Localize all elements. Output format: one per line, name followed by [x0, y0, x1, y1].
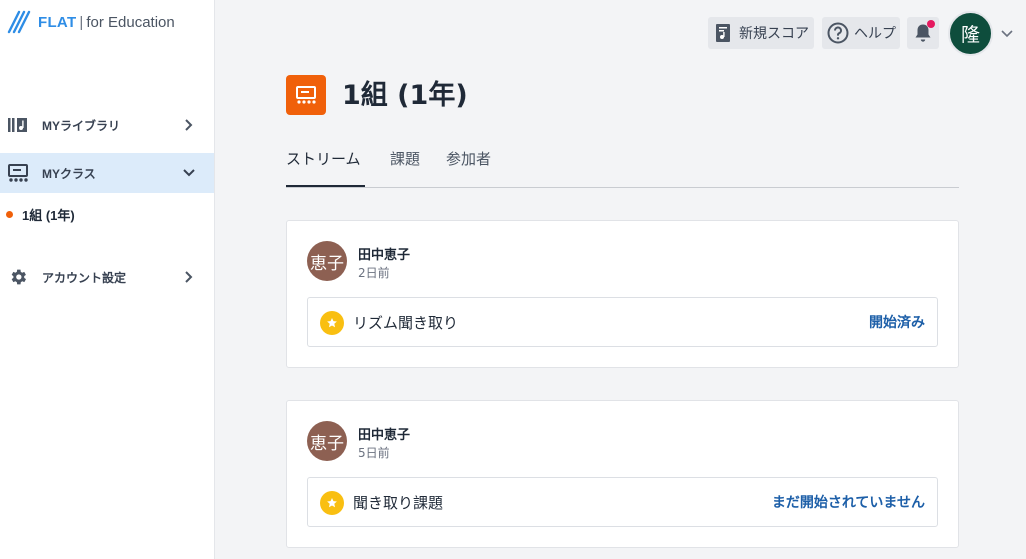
flat-logo-icon	[7, 10, 31, 34]
flat-logo[interactable]: FLAT | for Education	[7, 10, 175, 34]
sidebar: FLAT | for Education MYライブラリ MYクラス 1組 (1…	[0, 0, 215, 559]
tab-assignments[interactable]: 課題	[390, 145, 420, 187]
avatar[interactable]: 恵子	[307, 421, 347, 461]
notification-badge	[927, 20, 935, 28]
post-author: 田中恵子	[358, 248, 411, 263]
brand-name: FLAT	[38, 13, 77, 31]
chevron-down-icon	[182, 166, 196, 180]
new-score-icon	[716, 24, 732, 42]
sidebar-item-my-library[interactable]: MYライブラリ	[0, 105, 214, 145]
class-list-item-label: 1組 (1年)	[22, 207, 75, 223]
brand-separator: |	[79, 13, 84, 31]
class-list-item[interactable]: 1組 (1年)	[0, 203, 214, 225]
brand-product: for Education	[86, 13, 175, 31]
assignment-status[interactable]: 開始済み	[869, 312, 925, 332]
tab-participants[interactable]: 参加者	[446, 145, 491, 187]
chevron-right-icon	[182, 118, 196, 132]
page-title: 1組 (1年)	[342, 80, 468, 111]
sidebar-item-label: アカウント設定	[42, 270, 127, 285]
user-avatar[interactable]: 隆	[948, 11, 993, 56]
new-score-button[interactable]: 新規スコア	[708, 17, 814, 49]
library-icon	[8, 115, 28, 135]
assignment-status[interactable]: まだ開始されていません	[772, 492, 925, 512]
star-icon	[320, 491, 344, 515]
stream-post: 恵子 田中恵子 5日前 聞き取り課題 まだ開始されていません	[286, 400, 959, 548]
assignment-title: 聞き取り課題	[353, 494, 444, 512]
notifications-button[interactable]	[907, 17, 939, 49]
sidebar-item-label: MYライブラリ	[42, 118, 121, 133]
help-icon	[827, 22, 849, 44]
class-header-icon	[286, 75, 326, 115]
new-score-label: 新規スコア	[739, 25, 809, 41]
sidebar-item-my-class[interactable]: MYクラス	[0, 153, 214, 193]
tab-bar: ストリーム 課題 参加者	[286, 145, 959, 188]
chevron-down-icon[interactable]	[1000, 27, 1014, 41]
stream-post: 恵子 田中恵子 2日前 リズム聞き取り 開始済み	[286, 220, 959, 368]
sidebar-item-account-settings[interactable]: アカウント設定	[0, 257, 214, 297]
sidebar-item-label: MYクラス	[42, 166, 96, 181]
gear-icon	[8, 267, 28, 287]
assignment-card[interactable]: リズム聞き取り 開始済み	[307, 297, 938, 347]
post-author: 田中恵子	[358, 428, 411, 443]
class-dot	[6, 211, 13, 218]
help-button[interactable]: ヘルプ	[822, 17, 900, 49]
class-icon	[8, 163, 28, 183]
help-label: ヘルプ	[854, 25, 896, 41]
star-icon	[320, 311, 344, 335]
tab-stream[interactable]: ストリーム	[286, 145, 365, 187]
post-time: 5日前	[358, 446, 390, 460]
avatar[interactable]: 恵子	[307, 241, 347, 281]
assignment-title: リズム聞き取り	[353, 314, 459, 332]
post-time: 2日前	[358, 266, 390, 280]
chevron-right-icon	[182, 270, 196, 284]
assignment-card[interactable]: 聞き取り課題 まだ開始されていません	[307, 477, 938, 527]
